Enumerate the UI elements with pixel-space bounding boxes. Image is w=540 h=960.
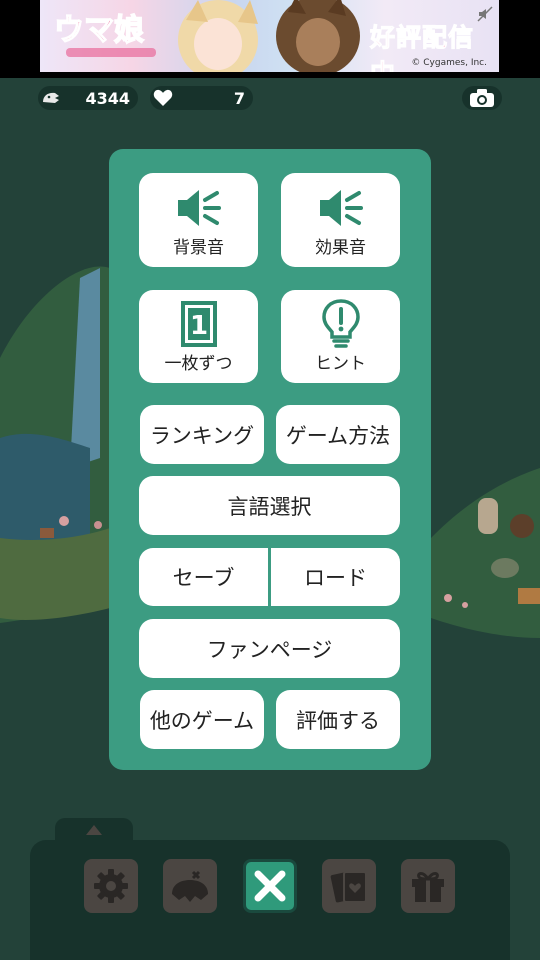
card-one-icon: 1 xyxy=(180,299,218,349)
hint-label: ヒント xyxy=(315,354,366,374)
save-button[interactable]: セーブ xyxy=(139,548,268,606)
one-by-one-label: 一枚ずつ xyxy=(164,354,233,374)
close-icon xyxy=(254,870,286,902)
how-to-play-button[interactable]: ゲーム方法 xyxy=(276,405,400,464)
coins-counter: 4344 xyxy=(38,86,138,110)
lives-value: 7 xyxy=(233,88,245,108)
load-button[interactable]: ロード xyxy=(271,548,400,606)
cards-button[interactable] xyxy=(322,859,376,913)
sfx-label: 効果音 xyxy=(315,237,366,258)
ad-mute-icon[interactable] xyxy=(477,6,493,22)
ad-bar: ウマ娘 好評配信中 © Cygames, Inc. xyxy=(0,0,540,78)
bgm-toggle-button[interactable]: 背景音 xyxy=(139,173,258,267)
hint-button[interactable]: ヒント xyxy=(281,290,400,383)
ad-copyright: © Cygames, Inc. xyxy=(411,58,487,68)
other-games-button[interactable]: 他のゲーム xyxy=(140,690,264,749)
island-button[interactable] xyxy=(163,859,217,913)
one-by-one-button[interactable]: 1 一枚ずつ xyxy=(139,290,258,383)
settings-menu-panel: 背景音 効果音 1 一枚ずつ ヒント ランキング ゲーム方法 言語選択 セーブ … xyxy=(109,149,431,770)
ranking-button[interactable]: ランキング xyxy=(140,405,264,464)
svg-text:1: 1 xyxy=(189,311,207,341)
settings-button[interactable] xyxy=(84,859,138,913)
island-icon xyxy=(172,870,208,902)
fan-page-button[interactable]: ファンページ xyxy=(139,619,400,678)
coin-icon xyxy=(40,87,62,109)
close-menu-button[interactable] xyxy=(243,859,297,913)
ad-characters-art xyxy=(178,0,360,72)
bgm-label: 背景音 xyxy=(173,237,224,258)
gift-icon xyxy=(412,872,444,902)
cards-icon xyxy=(330,871,367,903)
camera-button[interactable] xyxy=(462,86,502,110)
svg-text:ウマ娘: ウマ娘 xyxy=(54,13,144,48)
ad-banner[interactable]: ウマ娘 好評配信中 © Cygames, Inc. xyxy=(40,0,499,72)
lightbulb-icon xyxy=(321,299,361,349)
save-load-group: セーブ ロード xyxy=(139,548,400,606)
speaker-icon xyxy=(175,183,223,233)
language-select-button[interactable]: 言語選択 xyxy=(139,476,400,535)
rate-button[interactable]: 評価する xyxy=(276,690,400,749)
bottom-toolbar xyxy=(30,840,510,960)
lives-counter: 7 xyxy=(150,86,253,110)
sfx-toggle-button[interactable]: 効果音 xyxy=(281,173,400,267)
chevron-up-icon xyxy=(86,825,102,835)
gear-icon xyxy=(94,869,128,903)
coins-value: 4344 xyxy=(85,88,130,108)
gift-button[interactable] xyxy=(401,859,455,913)
camera-icon xyxy=(470,89,494,107)
speaker-icon xyxy=(317,183,365,233)
ad-game-logo: ウマ娘 xyxy=(53,12,156,57)
heart-icon xyxy=(152,87,174,109)
